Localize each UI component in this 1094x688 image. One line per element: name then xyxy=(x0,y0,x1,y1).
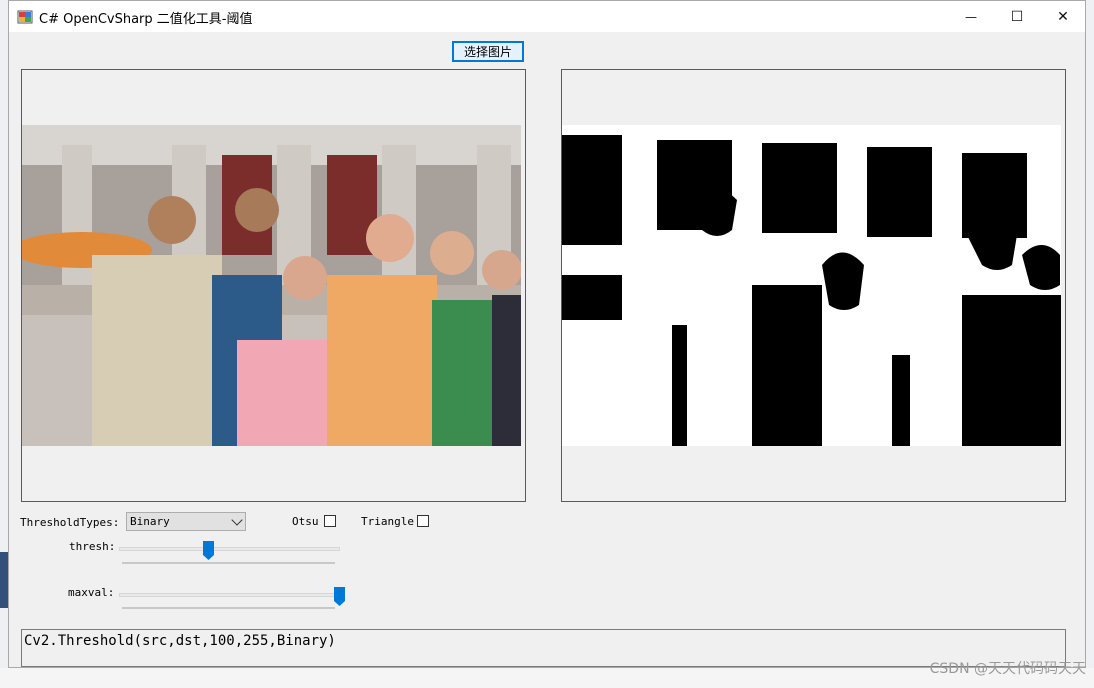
threshold-types-select[interactable]: Binary xyxy=(126,512,246,531)
thresh-slider-track[interactable] xyxy=(119,547,340,551)
select-image-button[interactable]: 选择图片 xyxy=(452,41,524,62)
source-photo xyxy=(22,125,521,446)
app-window: C# OpenCvSharp 二值化工具-阈值 — ☐ ✕ 选择图片 Thres… xyxy=(8,0,1086,668)
triangle-checkbox[interactable] xyxy=(417,515,429,527)
otsu-checkbox[interactable] xyxy=(324,515,336,527)
maxval-slider-track[interactable] xyxy=(119,593,340,597)
thresh-label: thresh: xyxy=(69,540,116,553)
window-title: C# OpenCvSharp 二值化工具-阈值 xyxy=(39,12,253,27)
maximize-button[interactable]: ☐ xyxy=(994,1,1040,32)
triangle-label: Triangle xyxy=(361,515,414,528)
minimize-icon: — xyxy=(965,9,977,24)
result-image-box xyxy=(561,69,1066,502)
maximize-icon: ☐ xyxy=(1010,8,1024,25)
threshold-types-value: Binary xyxy=(130,515,170,528)
threshold-types-label: ThresholdTypes: xyxy=(20,516,120,529)
thresh-slider-ticks xyxy=(122,562,335,564)
watermark-text: CSDN @天天代码码天天 xyxy=(929,661,1086,677)
title-bar[interactable]: C# OpenCvSharp 二值化工具-阈值 — ☐ ✕ xyxy=(9,1,1085,32)
close-icon: ✕ xyxy=(1057,8,1069,25)
output-code-textbox[interactable]: Cv2.Threshold(src,dst,100,255,Binary) xyxy=(21,629,1066,667)
app-icon xyxy=(17,10,33,24)
maxval-label: maxval: xyxy=(68,586,115,599)
otsu-label: Otsu xyxy=(292,515,319,528)
output-code-text: Cv2.Threshold(src,dst,100,255,Binary) xyxy=(24,633,336,649)
result-photo xyxy=(562,125,1061,446)
maxval-slider-ticks xyxy=(122,607,335,609)
minimize-button[interactable]: — xyxy=(948,1,994,32)
source-image-box xyxy=(21,69,526,502)
close-button[interactable]: ✕ xyxy=(1040,1,1086,32)
thresh-slider-thumb[interactable] xyxy=(203,541,215,560)
chevron-down-icon xyxy=(231,514,243,526)
maxval-slider-thumb[interactable] xyxy=(334,587,345,606)
